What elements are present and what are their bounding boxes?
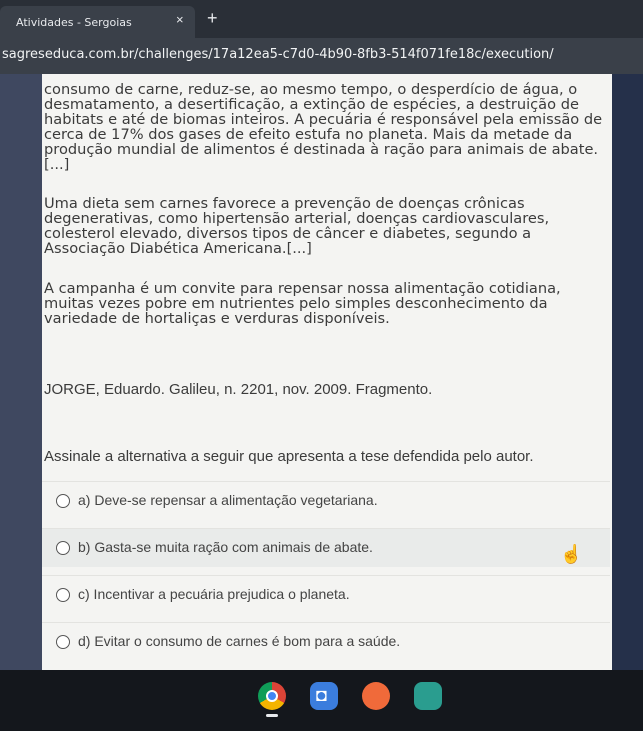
right-margin [612,74,643,670]
address-bar[interactable]: sagreseduca.com.br/challenges/17a12ea5-c… [0,38,643,74]
passage-paragraph-1: consumo de carne, reduz-se, ao mesmo tem… [44,81,603,173]
question-prompt: Assinale a alternativa a seguir que apre… [44,448,534,465]
active-indicator [266,714,278,717]
option-c[interactable]: c) Incentivar a pecuária prejudica o pla… [42,575,610,614]
passage-paragraph-3: A campanha é um convite para repensar no… [44,280,561,327]
tab-title: Atividades - Sergoias [16,16,132,29]
option-d[interactable]: d) Evitar o consumo de carnes é bom para… [42,622,610,661]
left-margin [0,74,42,670]
url-text[interactable]: sagreseduca.com.br/challenges/17a12ea5-c… [2,47,554,62]
radio-button[interactable] [56,588,70,602]
radio-button[interactable] [56,541,70,555]
reference-citation: JORGE, Eduardo. Galileu, n. 2201, nov. 2… [44,381,433,398]
hand-pointer-icon: ☝ [560,544,583,564]
option-label: b) Gasta-se muita ração com animais de a… [78,539,373,555]
browser-tab[interactable]: Atividades - Sergoias × [0,6,195,38]
radio-button[interactable] [56,494,70,508]
slides-icon[interactable] [414,682,442,710]
option-a[interactable]: a) Deve-se repensar a alimentação vegeta… [42,481,610,520]
close-tab-icon[interactable]: × [176,12,184,27]
files-icon[interactable]: ◘ [310,682,338,710]
palette-icon[interactable] [362,682,390,710]
question-panel: consumo de carne, reduz-se, ao mesmo tem… [42,74,612,670]
radio-button[interactable] [56,635,70,649]
option-label: a) Deve-se repensar a alimentação vegeta… [78,492,378,508]
chrome-icon[interactable] [258,682,286,710]
passage-paragraph-2: Uma dieta sem carnes favorece a prevençã… [44,195,550,257]
option-label: c) Incentivar a pecuária prejudica o pla… [78,586,350,602]
option-label: d) Evitar o consumo de carnes é bom para… [78,633,401,649]
option-b[interactable]: b) Gasta-se muita ração com animais de a… [42,528,610,567]
new-tab-icon[interactable]: + [207,8,218,29]
taskbar: ◘ [0,670,643,731]
browser-tabbar: Atividades - Sergoias × + [0,0,643,38]
